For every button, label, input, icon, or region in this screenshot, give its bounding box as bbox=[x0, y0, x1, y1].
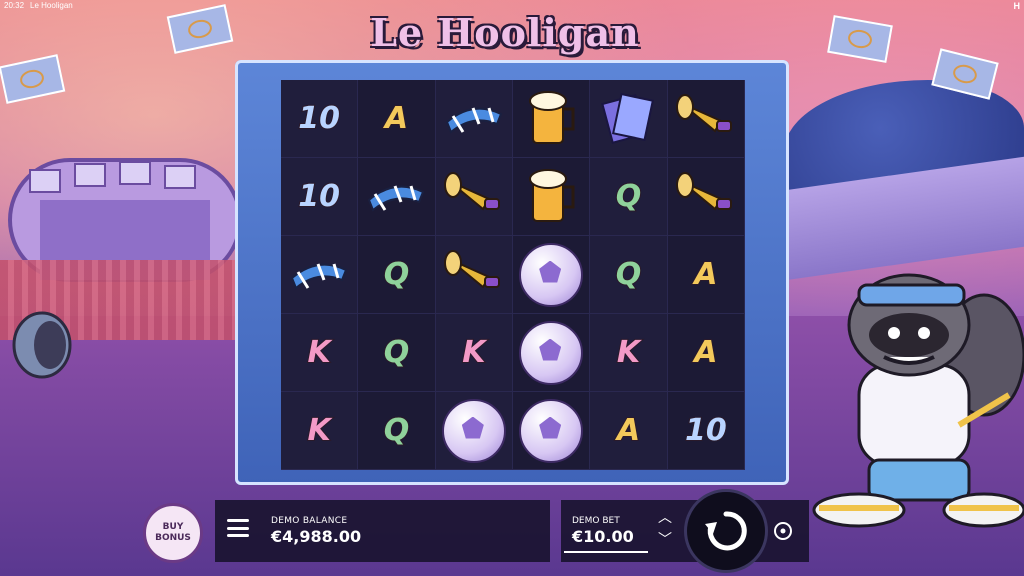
reel-cell: A bbox=[667, 236, 745, 314]
spin-icon bbox=[705, 511, 747, 551]
bet-decrease-icon[interactable]: ﹀ bbox=[658, 533, 672, 547]
buy-bonus-label: BUY BONUS bbox=[155, 522, 191, 543]
reel-cell: 10 bbox=[281, 158, 359, 236]
letter-symbol: A bbox=[693, 256, 718, 293]
trash-can-icon bbox=[12, 311, 72, 379]
bet-label: DEMO BET bbox=[572, 516, 620, 526]
letter-symbol: A bbox=[693, 334, 718, 371]
reel-cell: A bbox=[358, 80, 436, 158]
reel-cell: Q bbox=[590, 158, 668, 236]
reel-cell: 10 bbox=[281, 80, 359, 158]
football-symbol-icon bbox=[519, 242, 584, 307]
reel-cell: Q bbox=[358, 392, 436, 470]
reel-cell: Q bbox=[358, 314, 436, 392]
bet-increase-icon[interactable]: ︿ bbox=[658, 511, 672, 525]
reel-cell bbox=[667, 80, 745, 158]
menu-icon[interactable] bbox=[227, 519, 249, 537]
letter-symbol: Q bbox=[383, 334, 410, 371]
beer-symbol-icon bbox=[523, 87, 579, 151]
horn-symbol-icon bbox=[443, 167, 505, 227]
app-name: Le Hooligan bbox=[30, 1, 73, 10]
horn-symbol-icon bbox=[675, 167, 737, 227]
reel-cell bbox=[513, 158, 591, 236]
reel-cell: K bbox=[590, 314, 668, 392]
reel-cell bbox=[435, 236, 513, 314]
letter-symbol: Q bbox=[383, 412, 410, 449]
raccoon-mascot bbox=[812, 273, 1024, 528]
reel-cell bbox=[435, 392, 513, 470]
letter-symbol: Q bbox=[615, 256, 642, 293]
reel-cell bbox=[513, 80, 591, 158]
scarf-symbol-icon bbox=[365, 170, 427, 224]
autoplay-icon[interactable] bbox=[771, 519, 795, 543]
clock: 20:32 bbox=[4, 1, 25, 10]
reel-cell: Q bbox=[590, 236, 668, 314]
letter-symbol: K bbox=[307, 334, 332, 371]
reel-cell: 10 bbox=[667, 392, 745, 470]
letter-symbol: A bbox=[384, 100, 409, 137]
reel-cell bbox=[358, 158, 436, 236]
reel-cell bbox=[281, 236, 359, 314]
reel-cell: K bbox=[281, 314, 359, 392]
horn-symbol-icon bbox=[443, 245, 505, 305]
football-symbol-icon bbox=[519, 320, 584, 385]
letter-symbol: K bbox=[307, 412, 332, 449]
balance-value: €4,988.00 bbox=[271, 527, 362, 546]
letter-symbol: 10 bbox=[297, 100, 341, 137]
bet-underline bbox=[564, 551, 648, 553]
spin-button[interactable] bbox=[684, 489, 768, 573]
bet-value: €10.00 bbox=[572, 527, 634, 546]
scarf-symbol-icon bbox=[443, 92, 505, 146]
reel-cell: A bbox=[667, 314, 745, 392]
reel-grid: 10 A 10 Q Q Q A K Q K K A K Q A 10 bbox=[281, 80, 745, 470]
game-title: Le Hooligan bbox=[370, 10, 640, 55]
horn-symbol-icon bbox=[675, 89, 737, 149]
reel-cell: K bbox=[281, 392, 359, 470]
scarf-symbol-icon bbox=[288, 248, 350, 302]
reel-cell bbox=[435, 158, 513, 236]
brand-logo: H bbox=[1013, 1, 1021, 11]
letter-symbol: Q bbox=[615, 178, 642, 215]
buy-bonus-button[interactable]: BUY BONUS bbox=[143, 503, 203, 563]
letter-symbol: 10 bbox=[297, 178, 341, 215]
reel-cell: K bbox=[435, 314, 513, 392]
letter-symbol: 10 bbox=[684, 412, 728, 449]
balance-label: DEMO BALANCE bbox=[271, 516, 348, 526]
reel-cell bbox=[513, 314, 591, 392]
reel-cell bbox=[590, 80, 668, 158]
letter-symbol: Q bbox=[383, 256, 410, 293]
letter-symbol: A bbox=[616, 412, 641, 449]
reel-cell bbox=[435, 80, 513, 158]
letter-symbol: K bbox=[461, 334, 486, 371]
reel-cell: A bbox=[590, 392, 668, 470]
reel-cell bbox=[513, 236, 591, 314]
football-symbol-icon bbox=[519, 398, 584, 463]
tickets-symbol-icon bbox=[599, 89, 657, 149]
reel-cell bbox=[513, 392, 591, 470]
football-symbol-icon bbox=[441, 398, 506, 463]
balance-panel bbox=[215, 500, 550, 562]
reel-cell bbox=[667, 158, 745, 236]
reel-cell: Q bbox=[358, 236, 436, 314]
letter-symbol: K bbox=[616, 334, 641, 371]
beer-symbol-icon bbox=[523, 165, 579, 229]
